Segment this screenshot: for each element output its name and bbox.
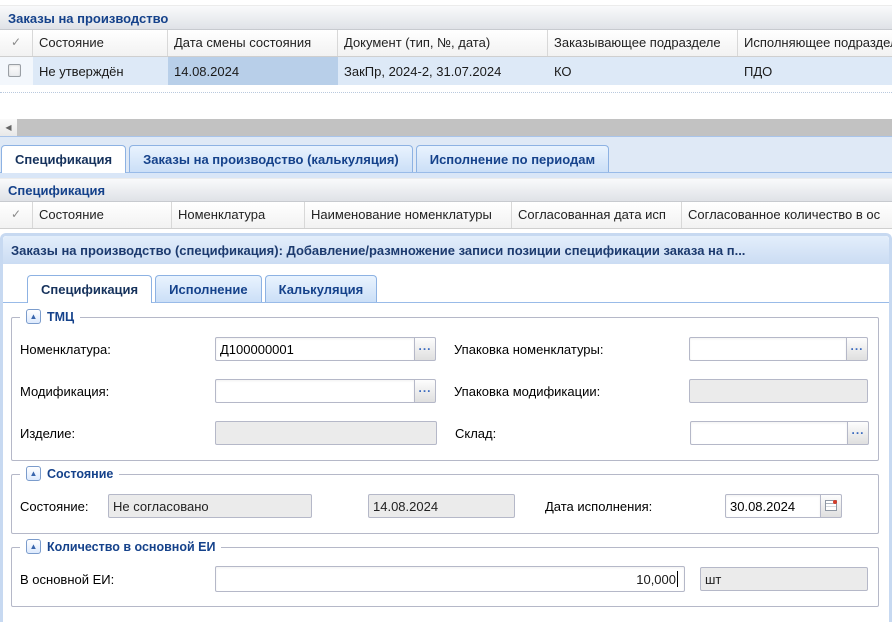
row-checkbox[interactable]	[8, 64, 21, 77]
fieldset-state-legend: ▲ Состояние	[20, 466, 119, 481]
warehouse-input[interactable]	[690, 421, 848, 445]
add-record-dialog: Заказы на производство (спецификация): Д…	[0, 233, 892, 622]
cell-state[interactable]: Не утверждён	[33, 57, 168, 85]
orders-grid-header: ✓ Состояние Дата смены состояния Докумен…	[0, 30, 892, 57]
state-input-disabled	[108, 494, 312, 518]
collapse-icon: ▲	[30, 469, 38, 478]
orders-panel-title: Заказы на производство	[8, 11, 168, 26]
column-header-document[interactable]: Документ (тип, №, дата)	[338, 30, 548, 56]
spec-column-nomenclature[interactable]: Номенклатура	[172, 202, 305, 228]
fieldset-tmc-legend: ▲ ТМЦ	[20, 309, 80, 324]
nomenclature-input[interactable]	[215, 337, 415, 361]
column-header-state-date[interactable]: Дата смены состояния	[168, 30, 338, 56]
tab-execution-by-periods[interactable]: Исполнение по периодам	[416, 145, 609, 172]
modification-label: Модификация:	[20, 384, 215, 399]
dialog-tab-calculation[interactable]: Калькуляция	[265, 275, 378, 302]
cell-document[interactable]: ЗакПр, 2024-2, 31.07.2024	[338, 57, 548, 85]
date-picker-button[interactable]	[821, 494, 842, 518]
cell-ordering-dept[interactable]: КО	[548, 57, 738, 85]
pack-nom-input[interactable]	[689, 337, 847, 361]
scroll-left-button[interactable]: ◀	[0, 119, 17, 136]
collapse-button[interactable]: ▲	[26, 309, 41, 324]
app-screen: Заказы на производство ✓ Состояние Дата …	[0, 0, 892, 622]
collapse-icon: ▲	[30, 312, 38, 321]
spec-column-state[interactable]: Состояние	[33, 202, 172, 228]
spec-column-agreed-date[interactable]: Согласованная дата исп	[512, 202, 682, 228]
spec-panel-title: Спецификация	[8, 183, 105, 198]
dialog-title: Заказы на производство (спецификация): Д…	[3, 236, 889, 264]
base-unit-qty-label: В основной ЕИ:	[20, 572, 215, 587]
cell-executing-dept[interactable]: ПДО	[738, 57, 892, 85]
row-check-cell[interactable]	[0, 57, 33, 85]
spec-column-agreed-qty[interactable]: Согласованное количество в ос	[682, 202, 892, 228]
pack-nom-label: Упаковка номенклатуры:	[454, 342, 689, 357]
check-icon: ✓	[11, 207, 21, 221]
modification-input[interactable]	[215, 379, 415, 403]
fieldset-state-title: Состояние	[47, 467, 113, 481]
dialog-tab-execution[interactable]: Исполнение	[155, 275, 261, 302]
form-row: В основной ЕИ: 10,000	[20, 566, 870, 592]
cell-state-date-selected[interactable]: 14.08.2024	[168, 57, 338, 85]
state-label: Состояние:	[20, 499, 108, 514]
spec-check-column-header[interactable]: ✓	[0, 202, 33, 228]
scrollbar-thumb[interactable]	[17, 119, 892, 136]
modification-lookup-button[interactable]: ...	[415, 379, 436, 403]
exec-date-input[interactable]	[725, 494, 821, 518]
orders-table-row[interactable]: Не утверждён 14.08.2024 ЗакПр, 2024-2, 3…	[0, 57, 892, 85]
pack-mod-label: Упаковка модификации:	[454, 384, 689, 399]
scroll-left-icon: ◀	[5, 123, 11, 132]
text-cursor	[677, 571, 678, 587]
check-icon: ✓	[11, 35, 21, 49]
collapse-button[interactable]: ▲	[26, 466, 41, 481]
fieldset-quantity-legend: ▲ Количество в основной ЕИ	[20, 539, 221, 554]
pack-nom-lookup-button[interactable]: ...	[847, 337, 868, 361]
form-row: Состояние: Дата исполнения:	[20, 493, 870, 519]
form-row: Модификация: ... Упаковка модификации:	[20, 378, 870, 404]
fieldset-tmc-title: ТМЦ	[47, 310, 74, 324]
fieldset-quantity-title: Количество в основной ЕИ	[47, 540, 215, 554]
fieldset-tmc: ▲ ТМЦ Номенклатура: ... Упаковка номенкл…	[11, 317, 879, 461]
collapse-button[interactable]: ▲	[26, 539, 41, 554]
nomenclature-lookup-button[interactable]: ...	[415, 337, 436, 361]
form-row: Номенклатура: ... Упаковка номенклатуры:…	[20, 336, 870, 362]
product-input-disabled	[215, 421, 437, 445]
product-label: Изделие:	[20, 426, 215, 441]
base-unit-qty-input[interactable]: 10,000	[215, 566, 685, 592]
column-header-ordering-dept[interactable]: Заказывающее подразделе	[548, 30, 738, 56]
collapse-icon: ▲	[30, 542, 38, 551]
dialog-tab-specification[interactable]: Спецификация	[27, 275, 152, 303]
state-date-input-disabled	[368, 494, 515, 518]
tab-orders-calculation[interactable]: Заказы на производство (калькуляция)	[129, 145, 413, 172]
nomenclature-label: Номенклатура:	[20, 342, 215, 357]
main-tab-strip: Спецификация Заказы на производство (кал…	[0, 137, 892, 173]
dialog-body: Спецификация Исполнение Калькуляция ▲ ТМ…	[3, 274, 889, 607]
warehouse-lookup-button[interactable]: ...	[848, 421, 869, 445]
orders-panel-header: Заказы на производство	[0, 5, 892, 30]
column-header-executing-dept[interactable]: Исполняющее подраздел	[738, 30, 892, 56]
horizontal-scrollbar[interactable]: ◀	[0, 119, 892, 136]
grid-bottom-gap	[0, 85, 892, 119]
unit-input-disabled	[700, 567, 868, 591]
dialog-tab-strip: Спецификация Исполнение Калькуляция	[3, 274, 889, 303]
calendar-icon	[825, 499, 838, 512]
form-row: Изделие: Склад: ...	[20, 420, 870, 446]
spec-grid-header: ✓ Состояние Номенклатура Наименование но…	[0, 202, 892, 229]
spec-column-name[interactable]: Наименование номенклатуры	[305, 202, 512, 228]
tab-specification[interactable]: Спецификация	[1, 145, 126, 173]
column-header-state[interactable]: Состояние	[33, 30, 168, 56]
fieldset-state: ▲ Состояние Состояние: Дата исполнения:	[11, 474, 879, 534]
fieldset-quantity: ▲ Количество в основной ЕИ В основной ЕИ…	[11, 547, 879, 607]
pack-mod-input-disabled	[689, 379, 868, 403]
qty-value: 10,000	[636, 572, 676, 587]
exec-date-label: Дата исполнения:	[545, 499, 725, 514]
spec-panel-header: Спецификация	[0, 178, 892, 202]
warehouse-label: Склад:	[455, 426, 690, 441]
check-column-header[interactable]: ✓	[0, 30, 33, 56]
